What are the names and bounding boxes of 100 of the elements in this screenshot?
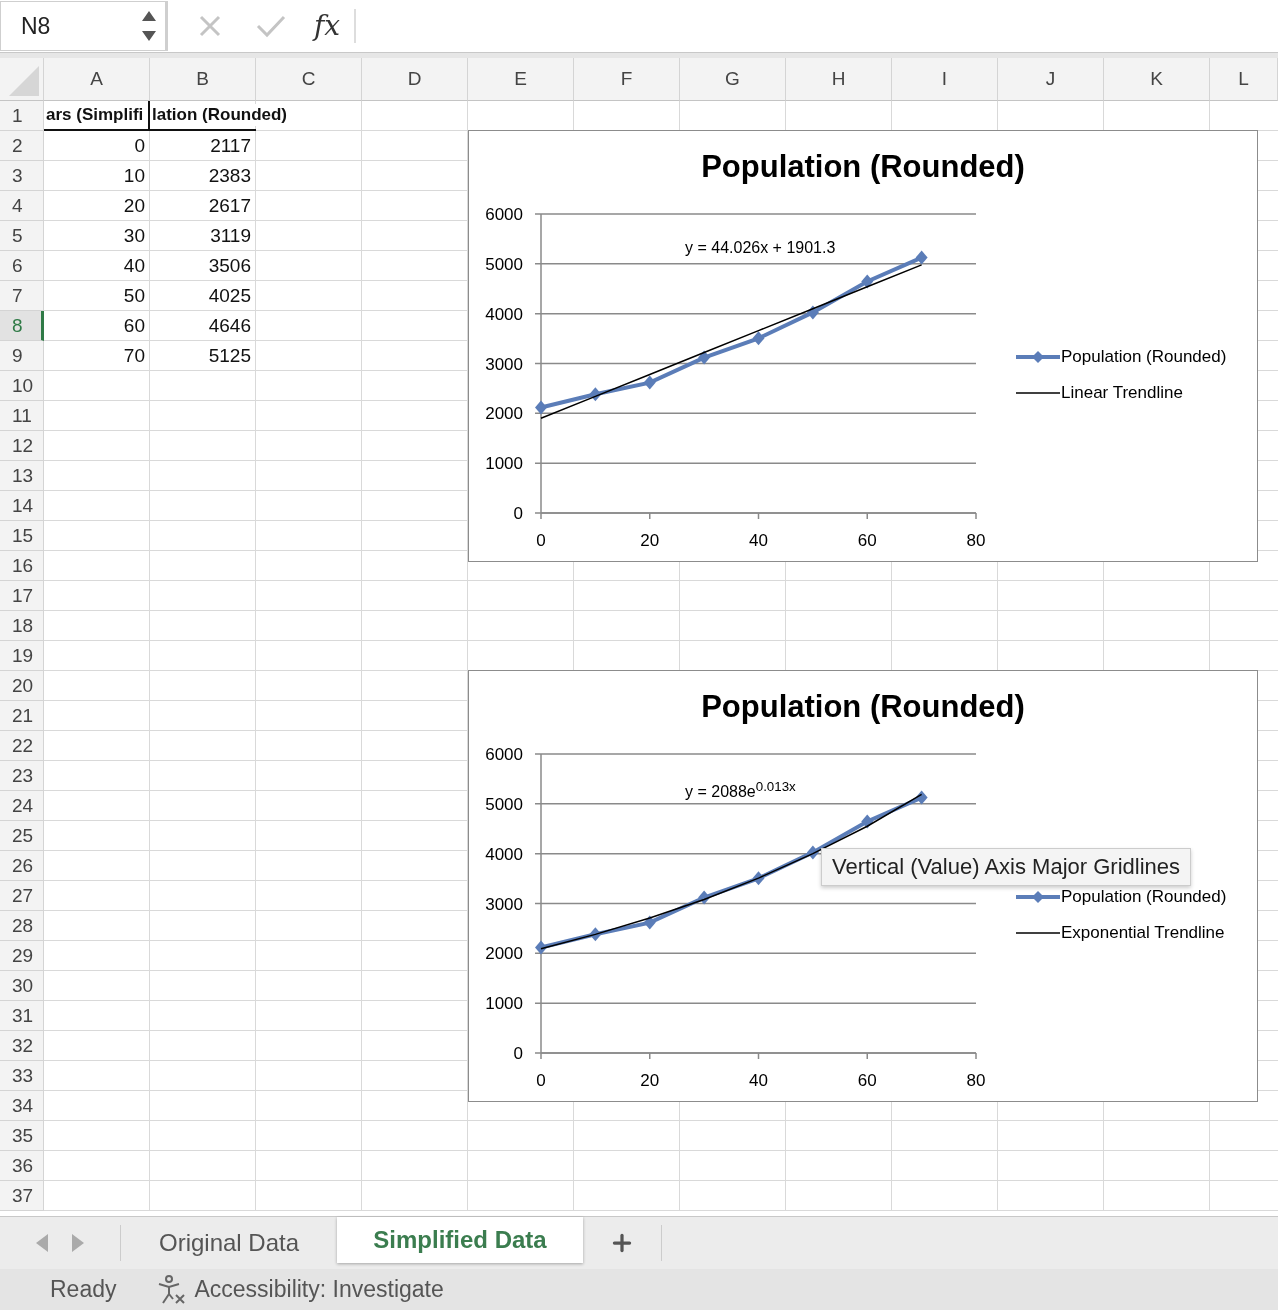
legend-label: Population (Rounded) <box>1061 887 1227 907</box>
table-cell: 4646 <box>208 315 251 337</box>
table-cell: 60 <box>123 315 145 337</box>
row-header[interactable]: 24 <box>0 791 44 821</box>
axis-label: 4000 <box>485 304 523 324</box>
row-header[interactable]: 6 <box>0 251 44 281</box>
axis-label: 40 <box>749 531 768 550</box>
row-header[interactable]: 33 <box>0 1061 44 1091</box>
row-header[interactable]: 13 <box>0 461 44 491</box>
row-header[interactable]: 25 <box>0 821 44 851</box>
column-header[interactable]: A <box>44 58 150 101</box>
axis-label: 80 <box>966 531 986 550</box>
column-header[interactable]: H <box>786 58 892 101</box>
column-header[interactable]: J <box>998 58 1104 101</box>
axis-label: 20 <box>640 1071 660 1090</box>
data-point <box>806 845 819 860</box>
table-cell: 2383 <box>208 165 251 187</box>
row-header[interactable]: 4 <box>0 191 44 221</box>
data-point <box>643 375 656 390</box>
column-header[interactable]: L <box>1210 58 1278 101</box>
axis-label: 0 <box>513 1044 523 1063</box>
row-header[interactable]: 15 <box>0 521 44 551</box>
table-cell: 2617 <box>208 195 251 217</box>
axis-label: 3000 <box>485 894 523 914</box>
trendline-equation: y = 44.026x + 1901.3 <box>685 239 836 257</box>
table-cell: 3506 <box>208 255 251 277</box>
legend-marker-icon <box>1015 350 1061 364</box>
row-header[interactable]: 32 <box>0 1031 44 1061</box>
previous-sheet-icon[interactable] <box>35 1233 49 1253</box>
row-header[interactable]: 9 <box>0 341 44 371</box>
data-point <box>861 274 874 289</box>
select-all-icon[interactable] <box>9 66 39 96</box>
table-cell: 30 <box>123 225 145 247</box>
row-header[interactable]: 31 <box>0 1001 44 1031</box>
sheet-tab[interactable]: Simplified Data <box>337 1217 583 1263</box>
row-header[interactable]: 30 <box>0 971 44 1001</box>
column-header[interactable]: F <box>574 58 680 101</box>
row-header[interactable]: 29 <box>0 941 44 971</box>
row-header[interactable]: 23 <box>0 761 44 791</box>
row-header[interactable]: 1 <box>0 101 44 131</box>
axis-label: 5000 <box>485 254 523 274</box>
row-header[interactable]: 20 <box>0 671 44 701</box>
row-header[interactable]: 19 <box>0 641 44 671</box>
stepper-icon[interactable] <box>141 9 157 43</box>
function-button[interactable]: fx <box>314 9 357 43</box>
check-icon[interactable] <box>256 14 286 38</box>
row-header[interactable]: 27 <box>0 881 44 911</box>
row-header[interactable]: 16 <box>0 551 44 581</box>
row-header[interactable]: 7 <box>0 281 44 311</box>
data-point <box>915 790 928 805</box>
chart-title: Population (Rounded) <box>701 689 1025 724</box>
row-header[interactable]: 5 <box>0 221 44 251</box>
table-cell: 20 <box>123 195 145 217</box>
column-header[interactable]: C <box>256 58 362 101</box>
data-point <box>589 387 602 402</box>
accessibility-button[interactable]: Accessibility: Investigate <box>156 1274 444 1305</box>
status-text: Ready <box>50 1276 117 1303</box>
table-cell: 5125 <box>208 345 251 367</box>
axis-label: 0 <box>536 1071 546 1090</box>
table-cell: 70 <box>123 345 145 367</box>
column-header[interactable]: B <box>150 58 256 101</box>
row-header[interactable]: 11 <box>0 401 44 431</box>
axis-label: 0 <box>513 504 523 523</box>
column-header[interactable]: D <box>362 58 468 101</box>
sheet-tab[interactable]: Original Data <box>121 1217 337 1269</box>
row-header[interactable]: 10 <box>0 371 44 401</box>
axis-label: 2000 <box>485 944 523 964</box>
column-header[interactable]: I <box>892 58 998 101</box>
row-header[interactable]: 2 <box>0 131 44 161</box>
legend-label: Exponential Trendline <box>1061 923 1225 943</box>
row-header[interactable]: 36 <box>0 1151 44 1181</box>
axis-label: 4000 <box>485 844 523 864</box>
row-header[interactable]: 14 <box>0 491 44 521</box>
row-header[interactable]: 37 <box>0 1181 44 1211</box>
row-header[interactable]: 8 <box>0 311 44 341</box>
row-header[interactable]: 18 <box>0 611 44 641</box>
legend-marker-icon <box>1015 890 1061 904</box>
data-point <box>698 350 711 365</box>
data-point <box>698 890 711 905</box>
row-header[interactable]: 28 <box>0 911 44 941</box>
axis-label: 1000 <box>485 994 523 1014</box>
table-cell: 3119 <box>210 225 251 247</box>
row-header[interactable]: 34 <box>0 1091 44 1121</box>
column-header[interactable]: G <box>680 58 786 101</box>
cancel-icon[interactable] <box>198 14 222 38</box>
axis-label: 20 <box>640 531 660 550</box>
row-header[interactable]: 22 <box>0 731 44 761</box>
row-header[interactable]: 17 <box>0 581 44 611</box>
row-header[interactable]: 21 <box>0 701 44 731</box>
row-header[interactable]: 3 <box>0 161 44 191</box>
column-header[interactable]: K <box>1104 58 1210 101</box>
data-point <box>915 250 928 265</box>
next-sheet-icon[interactable] <box>71 1233 85 1253</box>
row-header[interactable]: 26 <box>0 851 44 881</box>
table-cell: 50 <box>123 285 145 307</box>
column-header[interactable]: E <box>468 58 574 101</box>
table-cell: 4025 <box>208 285 251 307</box>
axis-label: 2000 <box>485 404 523 424</box>
row-header[interactable]: 12 <box>0 431 44 461</box>
row-header[interactable]: 35 <box>0 1121 44 1151</box>
